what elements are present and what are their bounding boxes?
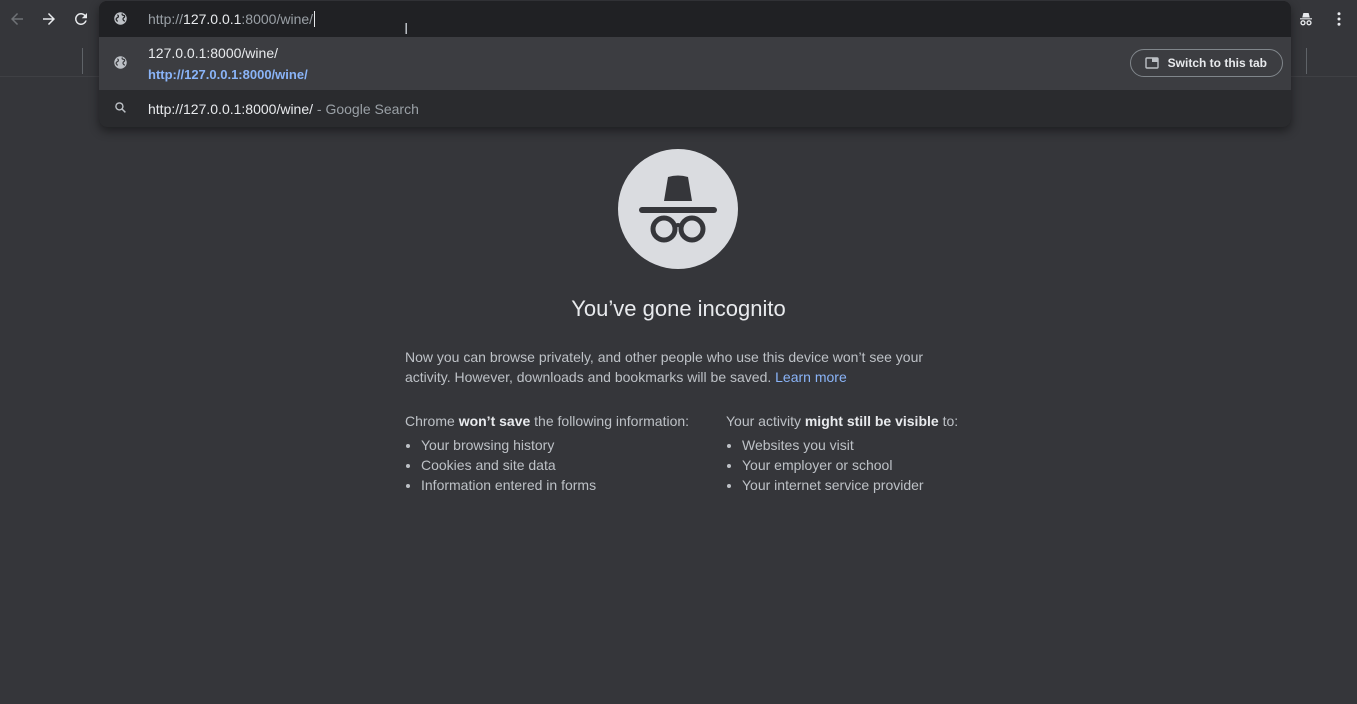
forward-button[interactable] bbox=[39, 9, 59, 29]
heading-prefix: Your activity bbox=[726, 413, 801, 429]
back-button[interactable] bbox=[7, 9, 27, 29]
text-caret bbox=[314, 11, 316, 27]
heading-suffix: the following information: bbox=[534, 413, 690, 429]
divider bbox=[1306, 48, 1307, 74]
list-item: Your browsing history bbox=[421, 435, 689, 455]
list-item: Cookies and site data bbox=[421, 455, 689, 475]
incognito-menu-icon[interactable] bbox=[1297, 10, 1315, 33]
still-visible-list: Websites you visit Your employer or scho… bbox=[726, 435, 958, 495]
tab-icon bbox=[1144, 57, 1159, 69]
suggestion-search[interactable]: http://127.0.0.1:8000/wine/ - Google Sea… bbox=[99, 90, 1291, 127]
url-host: 127.0.0.1 bbox=[183, 11, 242, 27]
more-menu-icon[interactable] bbox=[1330, 10, 1348, 33]
heading-suffix: to: bbox=[942, 413, 959, 429]
suggestion-url: http://127.0.0.1:8000/wine/ bbox=[148, 67, 308, 82]
heading-bold: might still be visible bbox=[804, 413, 939, 429]
globe-icon bbox=[113, 55, 128, 75]
heading-bold: won’t save bbox=[458, 413, 531, 429]
suggestion-search-text: http://127.0.0.1:8000/wine/ - Google Sea… bbox=[148, 101, 419, 117]
incognito-intro: Now you can browse privately, and other … bbox=[405, 347, 950, 387]
suggestion-title: 127.0.0.1:8000/wine/ bbox=[148, 45, 278, 61]
suggestion-tab-match[interactable]: 127.0.0.1:8000/wine/ http://127.0.0.1:80… bbox=[99, 37, 1291, 90]
still-visible-column: Your activity might still be visible to:… bbox=[726, 411, 958, 495]
learn-more-link[interactable]: Learn more bbox=[775, 369, 847, 385]
reload-button[interactable] bbox=[71, 9, 91, 29]
globe-icon bbox=[113, 11, 128, 31]
back-arrow-icon bbox=[11, 13, 23, 25]
heading-prefix: Chrome bbox=[405, 413, 455, 429]
search-query: http://127.0.0.1:8000/wine/ bbox=[148, 101, 314, 117]
search-suffix: - Google Search bbox=[316, 101, 419, 117]
omnibox-dropdown: http://127.0.0.1:8000/wine/ 127.0.0.1:80… bbox=[99, 1, 1291, 127]
url-scheme: http:// bbox=[148, 11, 184, 27]
url-path: :8000/wine/ bbox=[241, 11, 314, 27]
address-bar[interactable]: http://127.0.0.1:8000/wine/ bbox=[99, 1, 1291, 37]
switch-to-tab-label: Switch to this tab bbox=[1167, 56, 1267, 70]
text-cursor-icon: I bbox=[404, 21, 409, 38]
incognito-logo-icon bbox=[618, 149, 738, 269]
address-input[interactable]: http://127.0.0.1:8000/wine/ bbox=[148, 11, 316, 27]
page-title: You’ve gone incognito bbox=[571, 296, 786, 321]
list-item: Your employer or school bbox=[742, 455, 958, 475]
switch-to-tab-button[interactable]: Switch to this tab bbox=[1129, 49, 1283, 77]
wont-save-column: Chrome won’t save the following informat… bbox=[405, 411, 689, 495]
still-visible-heading: Your activity might still be visible to: bbox=[726, 411, 958, 431]
wont-save-heading: Chrome won’t save the following informat… bbox=[405, 411, 689, 431]
divider bbox=[82, 48, 83, 74]
list-item: Information entered in forms bbox=[421, 475, 689, 495]
search-icon bbox=[114, 101, 127, 119]
list-item: Websites you visit bbox=[742, 435, 958, 455]
list-item: Your internet service provider bbox=[742, 475, 958, 495]
reload-icon bbox=[74, 12, 87, 25]
forward-arrow-icon bbox=[43, 13, 55, 25]
wont-save-list: Your browsing history Cookies and site d… bbox=[405, 435, 689, 495]
